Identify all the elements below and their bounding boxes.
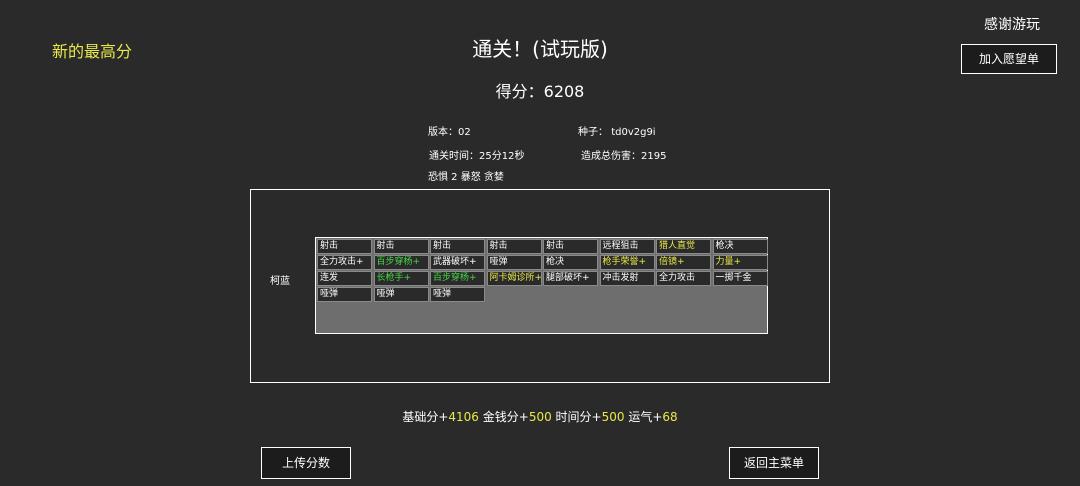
card-slot[interactable]: 远程狙击	[599, 239, 655, 254]
total-damage-label: 造成总伤害：	[581, 151, 641, 162]
score-label: 得分：	[495, 82, 544, 101]
card-grid: 射击 射击 射击 射击 射击 远程狙击 猎人直觉 枪决 全力攻击+ 百步穿杨+ 武器破坏+ 哑弹 枪决枪…	[315, 237, 768, 334]
card-slot[interactable]: 猎人直觉	[656, 239, 711, 254]
card-slot[interactable]: 力量+	[712, 255, 768, 270]
card-slot[interactable]: 全力攻击+	[317, 255, 372, 270]
card-slot[interactable]: 哑弹	[317, 287, 372, 302]
seed-info: 种子： td0v2g9i	[578, 123, 656, 138]
clear-time-value: 25分12秒	[479, 151, 525, 162]
back-to-main-menu-button[interactable]: 返回主菜单	[729, 447, 819, 479]
card-slot[interactable]: 枪手荣誉+	[599, 255, 655, 270]
wishlist-button[interactable]: 加入愿望单	[961, 44, 1057, 74]
base-score-value: 4106	[448, 410, 479, 424]
card-slot[interactable]: 哑弹	[430, 287, 485, 302]
score-value: 6208	[543, 82, 585, 101]
card-slot[interactable]: 腿部破坏+	[543, 271, 598, 286]
card-slot[interactable]: 一掷千金	[712, 271, 768, 286]
card-slot[interactable]: 武器破坏+	[430, 255, 485, 270]
card-slot[interactable]: 倍镜+	[656, 255, 711, 270]
luck-score-label: 运气+	[628, 410, 663, 424]
score-breakdown: 基础分+4106 金钱分+500 时间分+500 运气+68	[0, 408, 1080, 425]
card-slot[interactable]: 百步穿杨+	[373, 255, 429, 270]
version-label: 版本：	[428, 127, 458, 138]
card-slot[interactable]: 枪决	[712, 239, 768, 254]
card-slot[interactable]: 阿卡姆诊所+	[486, 271, 542, 286]
card-slot[interactable]: 全力攻击	[656, 271, 711, 286]
seed-value: td0v2g9i	[611, 127, 656, 138]
card-slot[interactable]: 射击	[486, 239, 542, 254]
card-slot[interactable]: 冲击发射	[599, 271, 655, 286]
total-damage-info: 造成总伤害：2195	[581, 147, 666, 162]
modifiers-info: 恐惧 2 暴怒 贪婪	[428, 172, 504, 183]
card-slot[interactable]: 长枪手+	[373, 271, 429, 286]
gold-score-label: 金钱分+	[482, 410, 529, 424]
total-damage-value: 2195	[641, 151, 667, 162]
card-slot[interactable]: 哑弹	[486, 255, 542, 270]
card-slot[interactable]: 射击	[543, 239, 598, 254]
base-score-label: 基础分+	[402, 410, 449, 424]
gold-score-value: 500	[528, 410, 552, 424]
page-title: 通关！(试玩版)	[472, 37, 608, 61]
card-slot[interactable]: 枪决	[543, 255, 598, 270]
upload-score-button[interactable]: 上传分数	[261, 447, 351, 479]
time-score-label: 时间分+	[555, 410, 602, 424]
card-slot[interactable]: 射击	[373, 239, 429, 254]
thanks-label: 感谢游玩	[984, 17, 1040, 33]
clear-time-info: 通关时间：25分12秒	[429, 147, 524, 162]
version-info: 版本：02	[428, 123, 471, 138]
card-slot[interactable]: 射击	[317, 239, 372, 254]
card-slot[interactable]: 射击	[430, 239, 485, 254]
score-display: 得分：6208	[0, 78, 1080, 102]
card-slot[interactable]: 哑弹	[373, 287, 429, 302]
seed-label: 种子：	[578, 127, 608, 138]
version-value: 02	[458, 127, 471, 138]
character-name: 柯蓝	[270, 276, 290, 287]
card-slot[interactable]: 百步穿杨+	[430, 271, 485, 286]
card-slot[interactable]: 连发	[317, 271, 372, 286]
time-score-value: 500	[601, 410, 625, 424]
clear-time-label: 通关时间：	[429, 151, 479, 162]
luck-score-value: 68	[662, 410, 678, 424]
